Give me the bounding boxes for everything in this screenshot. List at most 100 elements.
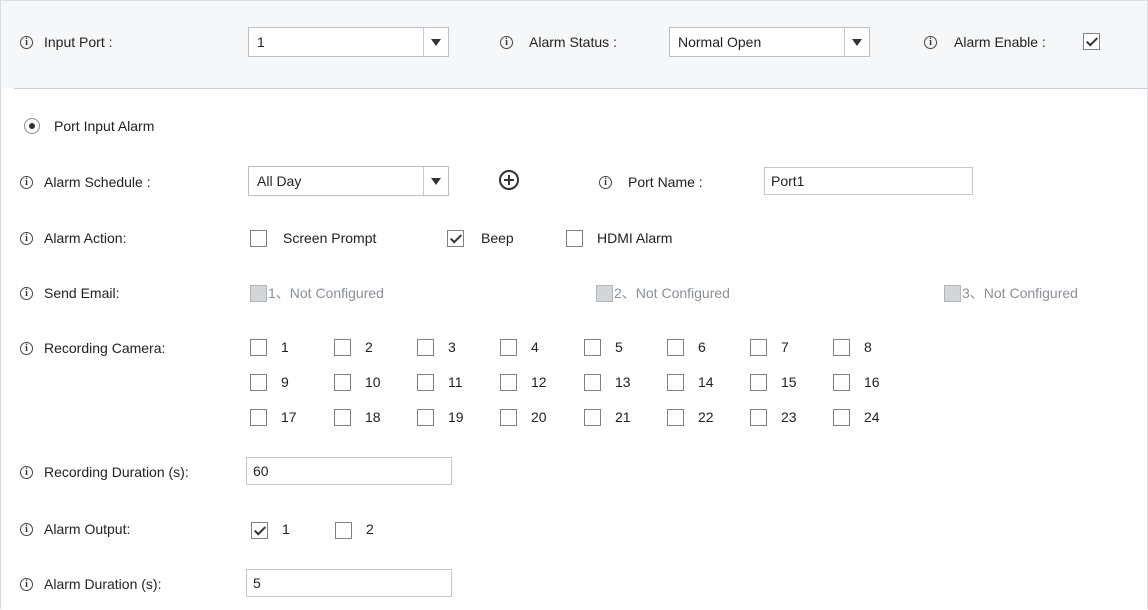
camera-1-label: 1 [281, 339, 289, 355]
camera-11-label: 11 [448, 374, 463, 390]
camera-15-label: 15 [781, 374, 797, 390]
alarm-schedule-select[interactable]: All Day [248, 166, 449, 196]
header-divider [14, 88, 1147, 89]
camera-7-label: 7 [781, 339, 789, 355]
camera-5-label: 5 [615, 339, 623, 355]
camera-4-label: 4 [531, 339, 539, 355]
alarm-settings-panel [0, 0, 1148, 609]
camera-5-checkbox[interactable] [584, 339, 601, 356]
input-port-value: 1 [257, 34, 265, 50]
camera-13-checkbox[interactable] [584, 374, 601, 391]
alarm-schedule-info-icon[interactable]: i [20, 176, 33, 189]
camera-4-checkbox[interactable] [500, 339, 517, 356]
alarm-action-info-icon[interactable]: i [20, 232, 33, 245]
send-email-label: Send Email: [44, 285, 120, 301]
email-1-checkbox [250, 285, 267, 302]
add-schedule-icon[interactable] [499, 170, 519, 190]
alarm-output-1-checkbox[interactable] [251, 522, 268, 539]
camera-19-checkbox[interactable] [417, 409, 434, 426]
input-port-select[interactable]: 1 [248, 27, 449, 57]
port-name-input[interactable]: Port1 [764, 167, 973, 195]
port-input-alarm-label: Port Input Alarm [54, 118, 155, 134]
camera-23-checkbox[interactable] [750, 409, 767, 426]
camera-17-label: 17 [281, 409, 297, 425]
alarm-duration-input[interactable]: 5 [246, 569, 452, 597]
camera-14-label: 14 [698, 374, 714, 390]
camera-7-checkbox[interactable] [750, 339, 767, 356]
camera-18-label: 18 [365, 409, 381, 425]
camera-6-checkbox[interactable] [667, 339, 684, 356]
camera-11-checkbox[interactable] [417, 374, 434, 391]
alarm-status-select[interactable]: Normal Open [669, 27, 870, 57]
alarm-status-value: Normal Open [678, 34, 762, 50]
alarm-status-label: Alarm Status : [529, 34, 617, 50]
email-3-label: 3、Not Configured [962, 285, 1078, 301]
email-2-checkbox [596, 285, 613, 302]
alarm-status-info-icon[interactable]: i [500, 36, 513, 49]
beep-checkbox[interactable] [447, 230, 464, 247]
camera-22-checkbox[interactable] [667, 409, 684, 426]
screen-prompt-label: Screen Prompt [283, 230, 377, 246]
camera-18-checkbox[interactable] [334, 409, 351, 426]
alarm-output-2-label: 2 [366, 521, 374, 537]
recording-duration-value: 60 [253, 463, 269, 479]
email-1-label: 1、Not Configured [268, 285, 384, 301]
hdmi-alarm-checkbox[interactable] [566, 230, 583, 247]
recording-duration-input[interactable]: 60 [246, 457, 452, 485]
recording-duration-info-icon[interactable]: i [20, 466, 33, 479]
alarm-output-info-icon[interactable]: i [20, 523, 33, 536]
email-3-checkbox [944, 285, 961, 302]
email-2-label: 2、Not Configured [614, 285, 730, 301]
chevron-down-icon [844, 28, 869, 56]
port-name-value: Port1 [771, 173, 805, 189]
port-name-info-icon[interactable]: i [599, 176, 612, 189]
camera-12-checkbox[interactable] [500, 374, 517, 391]
alarm-schedule-label: Alarm Schedule : [44, 174, 151, 190]
hdmi-alarm-label: HDMI Alarm [597, 230, 673, 246]
alarm-output-1-label: 1 [282, 521, 290, 537]
camera-12-label: 12 [531, 374, 547, 390]
camera-2-label: 2 [365, 339, 373, 355]
alarm-duration-info-icon[interactable]: i [20, 578, 33, 591]
camera-8-label: 8 [864, 339, 872, 355]
chevron-down-icon [423, 28, 448, 56]
camera-3-label: 3 [448, 339, 456, 355]
alarm-output-2-checkbox[interactable] [335, 522, 352, 539]
camera-9-checkbox[interactable] [250, 374, 267, 391]
alarm-duration-label: Alarm Duration (s): [44, 576, 162, 592]
camera-8-checkbox[interactable] [833, 339, 850, 356]
camera-16-label: 16 [864, 374, 880, 390]
alarm-action-label: Alarm Action: [44, 230, 127, 246]
camera-14-checkbox[interactable] [667, 374, 684, 391]
camera-3-checkbox[interactable] [417, 339, 434, 356]
recording-camera-label: Recording Camera: [44, 340, 166, 356]
camera-22-label: 22 [698, 409, 714, 425]
alarm-enable-checkbox[interactable] [1083, 33, 1100, 50]
alarm-duration-value: 5 [253, 575, 261, 591]
camera-10-checkbox[interactable] [334, 374, 351, 391]
camera-10-label: 10 [365, 374, 381, 390]
camera-2-checkbox[interactable] [334, 339, 351, 356]
camera-16-checkbox[interactable] [833, 374, 850, 391]
camera-1-checkbox[interactable] [250, 339, 267, 356]
camera-20-label: 20 [531, 409, 547, 425]
camera-24-checkbox[interactable] [833, 409, 850, 426]
alarm-enable-info-icon[interactable]: i [924, 36, 937, 49]
camera-19-label: 19 [448, 409, 464, 425]
recording-duration-label: Recording Duration (s): [44, 464, 189, 480]
send-email-info-icon[interactable]: i [20, 287, 33, 300]
camera-6-label: 6 [698, 339, 706, 355]
screen-prompt-checkbox[interactable] [250, 230, 267, 247]
recording-camera-info-icon[interactable]: i [20, 342, 33, 355]
alarm-output-label: Alarm Output: [44, 521, 131, 537]
input-port-info-icon[interactable]: i [20, 36, 33, 49]
camera-17-checkbox[interactable] [250, 409, 267, 426]
port-input-alarm-radio[interactable] [24, 118, 40, 134]
camera-15-checkbox[interactable] [750, 374, 767, 391]
camera-21-checkbox[interactable] [584, 409, 601, 426]
camera-13-label: 13 [615, 374, 631, 390]
beep-label: Beep [481, 230, 514, 246]
alarm-enable-label: Alarm Enable : [954, 34, 1046, 50]
camera-20-checkbox[interactable] [500, 409, 517, 426]
input-port-label: Input Port : [44, 34, 113, 50]
